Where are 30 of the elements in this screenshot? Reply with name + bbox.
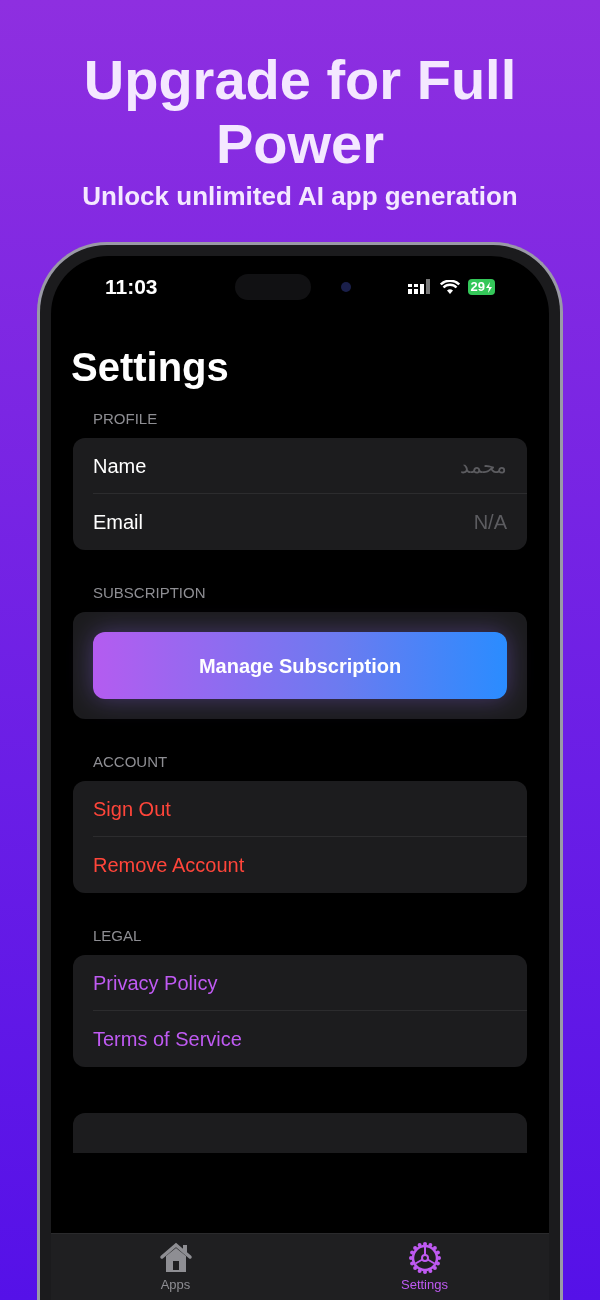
gear-icon [408,1242,441,1274]
section-header: SUBSCRIPTION [92,583,207,603]
row-label: Remove Account [93,853,245,878]
field-label: Email [93,510,143,535]
section-header: PROFILE [92,409,159,429]
promo-subtitle: Unlock unlimited AI app generation [82,180,518,212]
wifi-icon [439,279,460,295]
camera-icon [341,282,351,292]
section-header: ACCOUNT [92,752,169,772]
tab-item[interactable]: Settings [300,1234,549,1300]
signal-icon [407,279,432,295]
charging-icon [486,281,492,293]
status-time: 11:03 [105,274,159,301]
settings-row[interactable]: Sign Out [93,781,527,837]
row-label: Terms of Service [93,1027,242,1052]
settings-row[interactable]: Privacy Policy [93,955,527,1011]
field-value: N/A [473,510,507,535]
field-value: محمد [460,453,507,479]
row-label: Privacy Policy [93,970,218,996]
battery-level: 29 [470,279,485,295]
settings-row[interactable]: Terms of Service [93,1011,527,1067]
settings-row[interactable]: Remove Account [93,837,527,893]
screen-title: Settings [71,344,230,391]
manage-subscription-button[interactable]: Manage Subscription [93,632,507,699]
field-label: Name [93,453,147,479]
tab-item[interactable]: Apps [51,1234,300,1300]
house-icon [157,1242,194,1274]
row-label: Sign Out [93,796,171,822]
section-header: LEGAL [92,926,143,946]
promo-title: Upgrade for Full Power [82,48,518,176]
